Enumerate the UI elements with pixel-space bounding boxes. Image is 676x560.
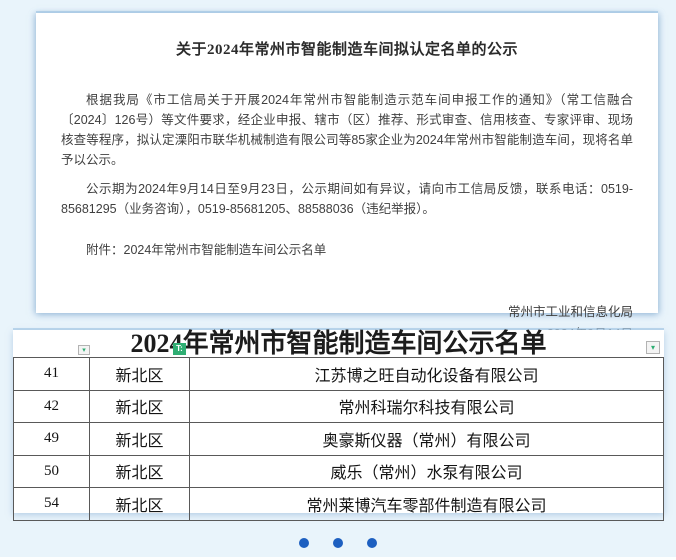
page: { "colors":{ "page_background":"#e9f4fb"… [0,0,676,560]
attachment-line: 附件：2024年常州市智能制造车间公示名单 [61,240,633,260]
table-row: 54 新北区 常州莱博汽车零部件制造有限公司 [14,488,664,521]
announcement-table-card: 2024年常州市智能制造车间公示名单 ▾ T: ▾ 41 新北区 江苏博之旺自动… [13,330,664,513]
table-title: 2024年常州市智能制造车间公示名单 [130,329,546,358]
cell-district: 新北区 [90,455,190,488]
cell-district: 新北区 [90,488,190,521]
cell-row-number: 49 [14,423,90,456]
cell-row-number: 42 [14,390,90,423]
signature-issuer: 常州市工业和信息化局 [61,301,633,323]
pagination [0,537,676,549]
cell-district: 新北区 [90,390,190,423]
cell-row-number: 54 [14,488,90,521]
pagination-dot[interactable] [367,538,377,548]
cell-row-number: 41 [14,358,90,391]
table-title-bar: 2024年常州市智能制造车间公示名单 ▾ T: ▾ [13,330,664,357]
cell-company-name: 威乐（常州）水泵有限公司 [190,455,664,488]
cell-district: 新北区 [90,423,190,456]
cell-district: 新北区 [90,358,190,391]
cell-company-name: 常州科瑞尔科技有限公司 [190,390,664,423]
cell-company-name: 奥豪斯仪器（常州）有限公司 [190,423,664,456]
column-filter-dropdown-icon[interactable]: ▾ [646,341,660,354]
companies-table: 41 新北区 江苏博之旺自动化设备有限公司 42 新北区 常州科瑞尔科技有限公司… [13,357,664,521]
cell-company-name: 常州莱博汽车零部件制造有限公司 [190,488,664,521]
document-paragraph-2: 公示期为2024年9月14日至9月23日，公示期间如有异议，请向市工信局反馈，联… [61,179,633,219]
table-row: 42 新北区 常州科瑞尔科技有限公司 [14,390,664,423]
column-filter-dropdown-icon[interactable]: ▾ [78,345,90,355]
table-row: 41 新北区 江苏博之旺自动化设备有限公司 [14,358,664,391]
document-paragraph-1: 根据我局《市工信局关于开展2024年常州市智能制造示范车间申报工作的通知》（常工… [61,90,633,170]
announcement-document: 关于2024年常州市智能制造车间拟认定名单的公示 根据我局《市工信局关于开展20… [36,13,658,313]
filter-applied-icon[interactable]: T: [173,343,186,355]
pagination-dot[interactable] [333,538,343,548]
cell-company-name: 江苏博之旺自动化设备有限公司 [190,358,664,391]
cell-row-number: 50 [14,455,90,488]
companies-table-body: 41 新北区 江苏博之旺自动化设备有限公司 42 新北区 常州科瑞尔科技有限公司… [14,358,664,521]
document-title: 关于2024年常州市智能制造车间拟认定名单的公示 [61,38,633,59]
pagination-dot[interactable] [299,538,309,548]
table-row: 50 新北区 威乐（常州）水泵有限公司 [14,455,664,488]
table-row: 49 新北区 奥豪斯仪器（常州）有限公司 [14,423,664,456]
